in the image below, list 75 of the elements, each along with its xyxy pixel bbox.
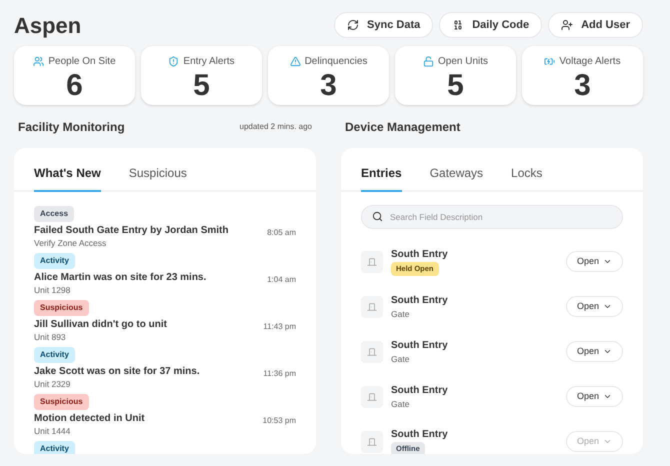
door-icon bbox=[367, 392, 377, 402]
padlock-icon bbox=[422, 56, 434, 67]
event-detail: Unit 2329 bbox=[34, 378, 72, 390]
binary-icon bbox=[452, 19, 464, 31]
tab[interactable]: Entries bbox=[361, 148, 402, 192]
stat-value: 3 bbox=[320, 69, 337, 103]
event-title: Alice Martin was on site for 23 mins. bbox=[34, 272, 206, 284]
people-icon bbox=[33, 56, 44, 67]
action-button[interactable]: Add User bbox=[548, 12, 643, 38]
door-icon bbox=[367, 436, 377, 446]
door-icon bbox=[367, 302, 377, 312]
entry-name: South Entry bbox=[391, 338, 449, 353]
event-time: 11:36 pm bbox=[263, 368, 296, 380]
tab[interactable]: Locks bbox=[511, 148, 542, 192]
shield-icon bbox=[168, 56, 180, 67]
entry-name: South Entry bbox=[391, 384, 449, 398]
section-title: Device Management bbox=[345, 119, 460, 136]
stat-value: 3 bbox=[574, 69, 591, 103]
updated-text: updated 2 mins. ago bbox=[240, 121, 312, 133]
entry-type: Gate bbox=[391, 308, 410, 320]
open-dropdown[interactable]: Open bbox=[566, 386, 623, 407]
entry-type: Gate bbox=[391, 352, 410, 366]
event-title: Jake Scott was on site for 37 mins. bbox=[34, 366, 200, 378]
chevron-down-icon bbox=[603, 257, 612, 266]
event-time: 11:43 pm bbox=[263, 321, 296, 333]
event-time: 8:05 am bbox=[267, 227, 296, 239]
category-tag: Activity bbox=[34, 347, 75, 363]
entry-name: South Entry bbox=[391, 248, 449, 262]
category-tag: Suspicious bbox=[34, 300, 89, 316]
stat-label: People On Site bbox=[48, 55, 116, 69]
event-title: Jill Sullivan didn't go to unit bbox=[34, 319, 167, 331]
stat-label: Voltage Alerts bbox=[559, 55, 621, 69]
chevron-down-icon bbox=[603, 347, 612, 356]
stat-label: Open Units bbox=[438, 55, 488, 69]
chevron-down-icon bbox=[603, 437, 612, 446]
chevron-down-icon bbox=[603, 302, 612, 311]
event-detail: Unit 1444 bbox=[34, 425, 72, 437]
stat-value: 5 bbox=[193, 69, 210, 103]
page-title: Aspen bbox=[14, 12, 82, 40]
add-user-icon bbox=[561, 19, 574, 31]
event-title: Motion detected in Unit bbox=[34, 413, 145, 425]
tab[interactable]: Suspicious bbox=[128, 148, 187, 192]
action-button[interactable]: Sync Data bbox=[334, 12, 434, 38]
category-tag: Activity bbox=[34, 441, 75, 454]
event-time: 10:53 pm bbox=[262, 415, 296, 427]
entry-name: South Entry bbox=[391, 294, 449, 308]
entry-name: South Entry bbox=[391, 428, 449, 442]
event-title: Failed South Gate Entry by Jordan Smith bbox=[34, 225, 228, 237]
category-tag: Access bbox=[34, 206, 74, 222]
stat-label: Entry Alerts bbox=[183, 55, 235, 69]
open-dropdown[interactable]: Open bbox=[566, 251, 623, 272]
stat-value: 6 bbox=[66, 69, 83, 103]
sync-icon bbox=[347, 19, 360, 31]
event-time: 1:04 am bbox=[267, 274, 296, 286]
warning-icon bbox=[290, 56, 301, 67]
tab[interactable]: What's New bbox=[34, 148, 101, 192]
section-title: Facility Monitoring bbox=[18, 119, 125, 136]
event-detail: Unit 893 bbox=[34, 331, 67, 343]
open-dropdown[interactable]: Open bbox=[566, 341, 623, 362]
chevron-down-icon bbox=[603, 392, 612, 401]
category-tag: Suspicious bbox=[34, 394, 89, 410]
tab[interactable]: Gateways bbox=[430, 148, 484, 192]
entry-type: Gate bbox=[391, 398, 410, 410]
event-detail: Unit 1298 bbox=[34, 284, 72, 296]
search-icon bbox=[372, 210, 383, 222]
stat-value: 5 bbox=[447, 69, 464, 103]
event-detail: Verify Zone Access bbox=[34, 237, 108, 249]
category-tag: Activity bbox=[34, 253, 75, 269]
door-icon bbox=[367, 346, 377, 356]
battery-icon bbox=[544, 56, 556, 67]
door-icon bbox=[367, 256, 377, 266]
stat-label: Delinquencies bbox=[304, 55, 368, 69]
search-field[interactable]: Search Field Description bbox=[361, 205, 623, 229]
open-dropdown[interactable]: Open bbox=[566, 296, 623, 317]
action-button[interactable]: Daily Code bbox=[439, 12, 542, 38]
